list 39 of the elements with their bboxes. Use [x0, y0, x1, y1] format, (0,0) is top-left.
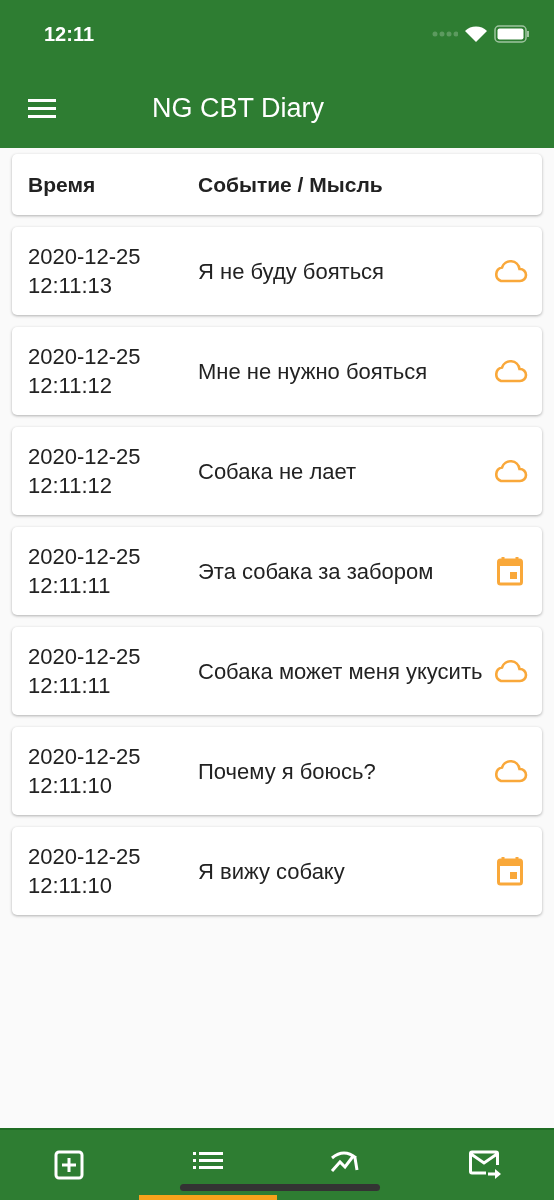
entry-text: Собака не лает	[198, 457, 358, 486]
entry-time: 12:11:12	[28, 372, 113, 400]
entry-date: 2020-12-25	[28, 343, 142, 371]
column-header: Время	[28, 172, 97, 197]
entry-date: 2020-12-25	[28, 243, 142, 271]
entry-date: 2020-12-25	[28, 743, 142, 771]
app-title: NG CBT Diary	[152, 92, 325, 124]
entry-date: 2020-12-25	[28, 443, 142, 471]
wifi-icon	[464, 25, 488, 43]
battery-icon	[494, 25, 530, 43]
entry-date: 2020-12-25	[28, 643, 142, 671]
cloud-icon	[492, 358, 528, 384]
entry-text: Я не буду бояться	[198, 257, 386, 286]
entry-time: 12:11:11	[28, 572, 112, 600]
menu-icon[interactable]	[28, 98, 56, 118]
calendar-icon	[497, 556, 523, 586]
cloud-icon	[492, 658, 528, 684]
entry-time: 12:11:10	[28, 872, 113, 900]
entry-text: Собака может меня укусить	[198, 657, 484, 686]
entry-text: Почему я боюсь?	[198, 757, 377, 786]
entry-text: Эта собака за забором	[198, 557, 435, 586]
cloud-icon	[492, 258, 528, 284]
entry-time: 12:11:10	[28, 772, 113, 800]
column-header: Событие / Мысль	[198, 172, 383, 197]
entry-time: 12:11:11	[28, 672, 112, 700]
list-icon	[192, 1150, 223, 1172]
entry-time: 12:11:12	[28, 472, 113, 500]
mail-send-icon	[468, 1150, 501, 1180]
cloud-icon	[492, 758, 528, 784]
calendar-icon	[497, 856, 523, 886]
entry-date: 2020-12-25	[28, 543, 142, 571]
entry-text: Мне не нужно бояться	[198, 357, 429, 386]
entry-time: 12:11:13	[28, 272, 113, 300]
cloud-icon	[492, 458, 528, 484]
entry-date: 2020-12-25	[28, 843, 142, 871]
entry-text: Я вижу собаку	[198, 857, 346, 886]
status-time: 12:11	[44, 22, 95, 46]
add-icon	[54, 1150, 85, 1180]
signal-icon	[432, 31, 458, 37]
